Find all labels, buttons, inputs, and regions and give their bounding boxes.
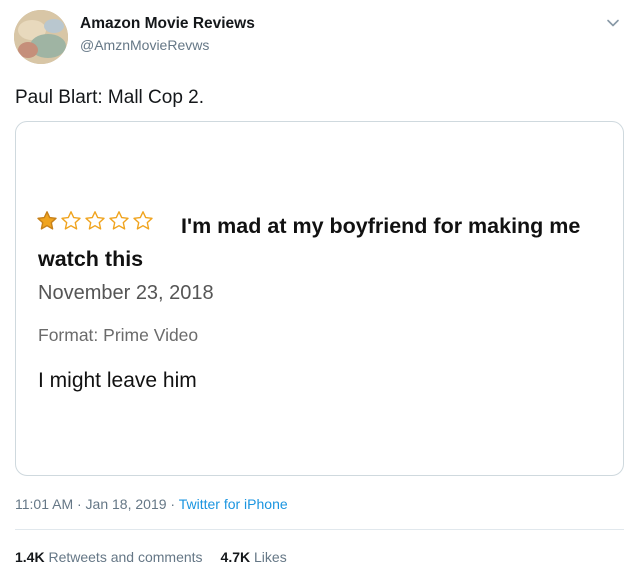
- review-screenshot-card[interactable]: I'm mad at my boyfriend for making me wa…: [15, 121, 624, 476]
- likes-count: 4.7K: [220, 549, 251, 565]
- user-handle[interactable]: @AmznMovieRevws: [80, 37, 209, 53]
- review-format: Format: Prime Video: [38, 325, 199, 345]
- tweet-text: Paul Blart: Mall Cop 2.: [15, 87, 205, 108]
- retweets-count: 1.4K: [15, 549, 45, 565]
- avatar-image: [14, 10, 68, 64]
- tweet-stats: 1.4K Retweets and comments 4.7K Likes: [15, 549, 287, 565]
- review-date: November 23, 2018: [38, 282, 214, 304]
- avatar[interactable]: [14, 10, 68, 64]
- tweet-source-link[interactable]: Twitter for iPhone: [179, 496, 288, 512]
- tweet-timestamp[interactable]: 11:01 AM · Jan 18, 2019 ·: [15, 496, 179, 512]
- retweets-label: Retweets and comments: [44, 549, 203, 565]
- likes-stat[interactable]: 4.7K Likes: [221, 549, 287, 565]
- divider: [15, 529, 624, 530]
- chevron-down-icon[interactable]: [604, 14, 622, 32]
- display-name[interactable]: Amazon Movie Reviews: [80, 15, 255, 33]
- retweets-stat[interactable]: 1.4K Retweets and comments: [15, 549, 203, 565]
- review-title: I'm mad at my boyfriend for making me wa…: [38, 214, 581, 271]
- review-body: I might leave him: [38, 369, 197, 392]
- tweet-meta: 11:01 AM · Jan 18, 2019 · Twitter for iP…: [15, 496, 288, 512]
- likes-label: Likes: [250, 549, 287, 565]
